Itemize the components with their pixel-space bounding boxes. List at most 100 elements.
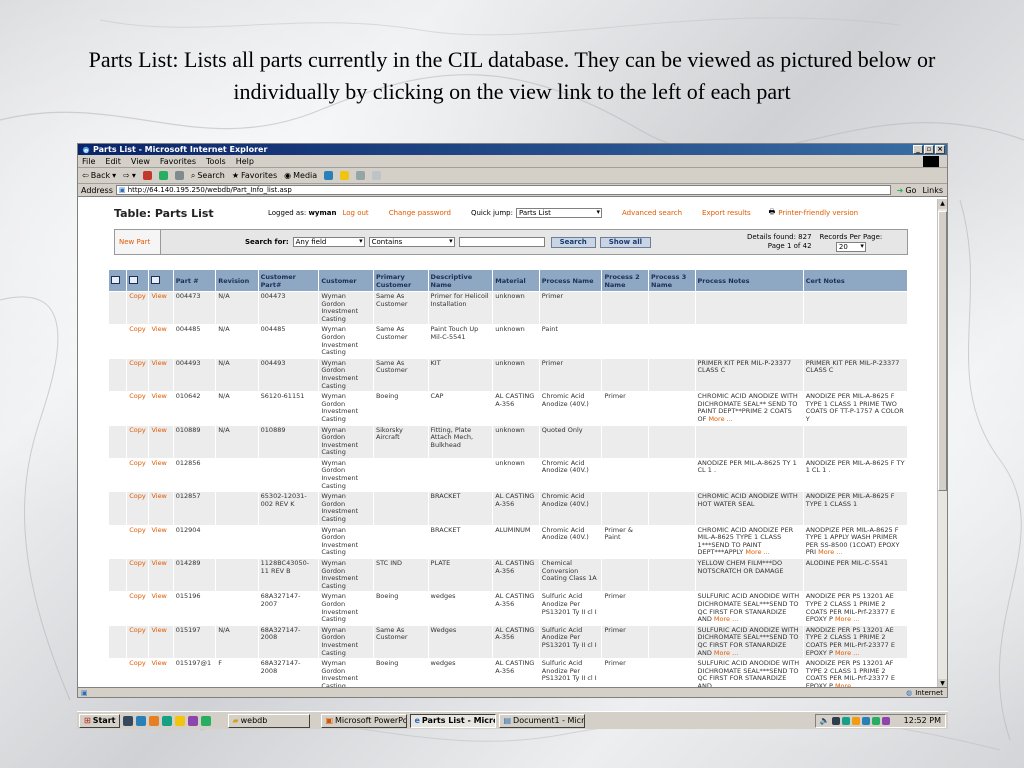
view-link[interactable]: View bbox=[148, 424, 174, 459]
header-process-notes[interactable]: Process Notes bbox=[694, 269, 804, 292]
header-process-2-name[interactable]: Process 2 Name bbox=[601, 269, 649, 292]
outlook-icon[interactable] bbox=[149, 715, 160, 726]
media-player-icon[interactable] bbox=[188, 715, 199, 726]
tray-icon-1[interactable] bbox=[831, 716, 840, 725]
copy-link[interactable]: Copy bbox=[126, 624, 150, 660]
tray-icon-2[interactable] bbox=[841, 716, 850, 725]
view-link[interactable]: View bbox=[148, 658, 174, 689]
header-customer[interactable]: Customer bbox=[318, 269, 374, 292]
view-link[interactable]: View bbox=[148, 391, 174, 426]
menu-help[interactable]: Help bbox=[236, 157, 254, 166]
print-icon[interactable] bbox=[356, 171, 366, 180]
view-column-header[interactable] bbox=[148, 269, 174, 292]
more-link[interactable]: More ... bbox=[745, 548, 769, 557]
view-link[interactable]: View bbox=[148, 357, 174, 393]
tray-icon-3[interactable] bbox=[851, 716, 860, 725]
header-customer-part[interactable]: Customer Part# bbox=[257, 269, 320, 292]
ie-quicklaunch-icon[interactable] bbox=[136, 715, 147, 726]
copy-link[interactable]: Copy bbox=[126, 324, 150, 359]
copy-link[interactable]: Copy bbox=[126, 457, 150, 493]
field-select[interactable]: Any field bbox=[292, 237, 365, 247]
copy-link[interactable]: Copy bbox=[126, 557, 150, 593]
folder-icon[interactable] bbox=[175, 715, 186, 726]
desktop-icon[interactable] bbox=[123, 715, 134, 726]
task-parts-list[interactable]: eParts List - Micro... bbox=[410, 713, 497, 728]
task-document1[interactable]: ▤Document1 - Micros... bbox=[499, 713, 586, 728]
records-per-page-select[interactable]: 20 bbox=[835, 241, 866, 252]
edit-column-header[interactable] bbox=[107, 269, 128, 292]
export-results-link[interactable]: Export results bbox=[702, 209, 751, 217]
search-input[interactable] bbox=[458, 237, 545, 247]
menu-tools[interactable]: Tools bbox=[206, 157, 226, 166]
change-password-link[interactable]: Change password bbox=[389, 209, 451, 217]
home-icon[interactable] bbox=[174, 171, 184, 180]
menu-edit[interactable]: Edit bbox=[105, 157, 121, 166]
scroll-up-arrow-icon[interactable]: ▲ bbox=[938, 199, 947, 209]
header-process-3-name[interactable]: Process 3 Name bbox=[648, 269, 696, 292]
favorites-button[interactable]: ★ Favorites bbox=[232, 171, 277, 180]
more-link[interactable]: More ... bbox=[835, 615, 859, 623]
mail-icon[interactable] bbox=[340, 171, 350, 180]
task-webdb[interactable]: ▰ webdb bbox=[228, 713, 311, 728]
search-button[interactable]: ⌕ Search bbox=[191, 171, 225, 181]
task-powerpoint[interactable]: ▣Microsoft PowerPoi... bbox=[321, 713, 408, 728]
vertical-scrollbar[interactable]: ▲ ▼ bbox=[937, 199, 947, 689]
history-icon[interactable] bbox=[324, 171, 334, 180]
view-link[interactable]: View bbox=[148, 491, 174, 526]
show-all-button[interactable]: Show all bbox=[599, 236, 652, 248]
refresh-icon[interactable] bbox=[158, 171, 168, 180]
view-link[interactable]: View bbox=[148, 524, 174, 560]
tray-icon-5[interactable] bbox=[871, 716, 880, 725]
copy-column-header[interactable] bbox=[126, 269, 150, 292]
copy-link[interactable]: Copy bbox=[126, 491, 150, 526]
header-revision[interactable]: Revision bbox=[215, 269, 259, 292]
header-part[interactable]: Part # bbox=[172, 269, 217, 292]
view-link[interactable]: View bbox=[148, 324, 174, 359]
window-titlebar[interactable]: e Parts List - Microsoft Internet Explor… bbox=[78, 144, 947, 155]
quick-jump-select[interactable]: Parts List bbox=[515, 208, 602, 218]
header-material[interactable]: Material bbox=[492, 269, 540, 292]
more-link[interactable]: More ... bbox=[714, 615, 738, 623]
search-button[interactable]: Search bbox=[550, 236, 596, 248]
edit-icon[interactable] bbox=[372, 171, 382, 180]
copy-link[interactable]: Copy bbox=[126, 290, 150, 326]
copy-link[interactable]: Copy bbox=[126, 524, 150, 560]
links-button[interactable]: Links bbox=[922, 186, 947, 195]
view-link[interactable]: View bbox=[148, 557, 174, 593]
volume-icon[interactable]: 🔈 bbox=[820, 716, 830, 725]
copy-link[interactable]: Copy bbox=[126, 424, 150, 459]
start-button[interactable]: ⊞ Start bbox=[79, 713, 121, 728]
view-link[interactable]: View bbox=[148, 624, 174, 660]
header-primary-customer[interactable]: Primary Customer bbox=[372, 269, 429, 292]
view-link[interactable]: View bbox=[148, 591, 174, 626]
menu-view[interactable]: View bbox=[131, 157, 150, 166]
go-button[interactable]: ➜ Go bbox=[894, 186, 920, 195]
view-link[interactable]: View bbox=[148, 457, 174, 493]
header-cert-notes[interactable]: Cert Notes bbox=[802, 269, 909, 292]
media-button[interactable]: ◉ Media bbox=[284, 171, 317, 180]
copy-link[interactable]: Copy bbox=[126, 357, 150, 393]
address-input[interactable]: ▣ http://64.140.195.250/webdb/Part_Info_… bbox=[115, 185, 891, 195]
app-icon[interactable] bbox=[201, 715, 212, 726]
printer-friendly-link[interactable]: Printer-friendly version bbox=[778, 209, 858, 217]
view-link[interactable]: View bbox=[148, 290, 174, 326]
tray-icon-6[interactable] bbox=[881, 716, 890, 725]
minimize-button[interactable]: _ bbox=[913, 145, 923, 154]
header-process-name[interactable]: Process Name bbox=[538, 269, 603, 292]
menu-file[interactable]: File bbox=[82, 157, 95, 166]
more-link[interactable]: More ... bbox=[708, 415, 732, 423]
stop-icon[interactable] bbox=[142, 171, 152, 180]
new-part-link[interactable]: New Part bbox=[115, 230, 161, 254]
more-link[interactable]: More ... bbox=[818, 548, 842, 557]
menu-favorites[interactable]: Favorites bbox=[160, 157, 196, 166]
word-icon[interactable] bbox=[162, 715, 173, 726]
tray-icon-4[interactable] bbox=[861, 716, 870, 725]
operator-select[interactable]: Contains bbox=[368, 237, 455, 247]
maximize-button[interactable]: ▫ bbox=[924, 145, 934, 154]
advanced-search-link[interactable]: Advanced search bbox=[622, 209, 682, 217]
copy-link[interactable]: Copy bbox=[126, 658, 150, 689]
close-button[interactable]: × bbox=[935, 145, 945, 154]
more-link[interactable]: More ... bbox=[714, 649, 738, 657]
back-button[interactable]: ⇦ Back ▾ bbox=[82, 171, 116, 180]
more-link[interactable]: More ... bbox=[835, 649, 859, 657]
